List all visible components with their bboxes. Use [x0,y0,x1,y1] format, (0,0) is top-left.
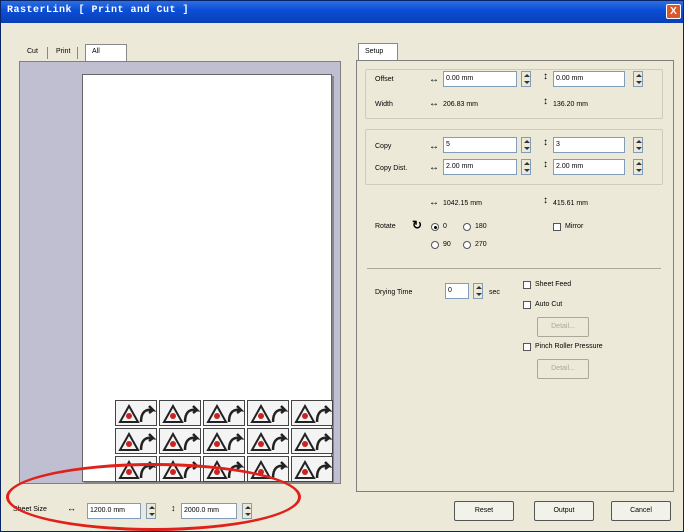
title-bar[interactable]: RasterLink [ Print and Cut ] X [1,1,683,23]
registration-mark-icon [115,456,157,482]
registration-mark-icon [159,400,201,426]
reset-button[interactable]: Reset [454,501,514,521]
width-label: Width [375,101,393,108]
sheet-height-spinner[interactable] [242,503,252,519]
registration-mark-icon [159,428,201,454]
mirror-checkbox[interactable] [553,223,561,231]
horizontal-arrow-icon: ↔ [429,74,439,85]
horizontal-arrow-icon: ↔ [429,98,439,109]
drying-time-field[interactable]: 0 [445,283,469,299]
width-x-value: 206.83 mm [443,101,479,108]
tab-setup[interactable]: Setup [358,43,398,61]
pinch-roller-label: Pinch Roller Pressure [535,343,603,350]
offset-x-field[interactable]: 0.00 mm [443,71,517,87]
offset-y-spinner[interactable] [633,71,643,87]
registration-mark-icon [203,456,245,482]
rotate-180-radio[interactable] [463,223,471,231]
copy-dist-y-spinner[interactable] [633,159,643,175]
print-and-cut-dialog: RasterLink [ Print and Cut ] X Cut Print… [0,0,684,532]
total-width-value: 1042.15 mm [443,200,482,207]
rotate-90-label: 90 [443,241,451,248]
horizontal-arrow-icon: ↔ [67,503,76,513]
rotate-90-radio[interactable] [431,241,439,249]
copy-x-spinner[interactable] [521,137,531,153]
sheet-size-label: Sheet Size [13,506,47,513]
rotate-icon: ↻ [412,218,423,232]
cancel-button[interactable]: Cancel [611,501,671,521]
sheet-feed-checkbox[interactable] [523,281,531,289]
view-tabs: Cut Print All [19,44,159,62]
auto-cut-label: Auto Cut [535,301,563,308]
pinch-roller-detail-button[interactable]: Detail... [537,359,589,379]
preview-panel [19,61,341,484]
total-height-value: 415.61 mm [553,200,589,207]
horizontal-arrow-icon: ↔ [429,162,439,173]
divider [367,268,661,269]
drying-time-spinner[interactable] [473,283,483,299]
rotate-270-radio[interactable] [463,241,471,249]
sheet-width-field[interactable]: 1200.0 mm [87,503,141,519]
drying-time-unit: sec [489,289,500,296]
registration-mark-icon [115,428,157,454]
registration-mark-icon [247,456,289,482]
tab-separator [77,47,78,59]
setup-panel: Offset ↔ 0.00 mm ↕ 0.00 mm Width ↔ 206.8… [356,60,674,492]
copy-label: Copy [375,143,392,150]
tab-separator [47,47,48,59]
copy-dist-y-field[interactable]: 2.00 mm [553,159,625,175]
registration-mark-icon [291,456,333,482]
sheet-height-field[interactable]: 2000.0 mm [181,503,237,519]
window-title: RasterLink [ Print and Cut ] [7,5,190,16]
output-button[interactable]: Output [534,501,594,521]
tab-all[interactable]: All [85,44,127,62]
registration-mark-icon [115,400,157,426]
horizontal-arrow-icon: ↔ [429,141,439,152]
registration-mark-icon [247,400,289,426]
copy-dist-label: Copy Dist. [375,165,408,172]
rotate-180-label: 180 [475,223,487,230]
preview-canvas[interactable] [20,62,340,483]
rotate-label: Rotate [375,223,396,230]
registration-mark-icon [247,428,289,454]
vertical-arrow-icon: ↕ [543,195,548,206]
auto-cut-detail-button[interactable]: Detail... [537,317,589,337]
mirror-label: Mirror [565,223,584,230]
vertical-arrow-icon: ↕ [171,503,176,513]
registration-mark-icon [291,428,333,454]
vertical-arrow-icon: ↕ [543,71,548,82]
sheet-width-spinner[interactable] [146,503,156,519]
tab-cut[interactable]: Cut [21,45,44,61]
offset-y-field[interactable]: 0.00 mm [553,71,625,87]
registration-mark-icon [203,428,245,454]
tab-print[interactable]: Print [50,45,76,61]
drying-time-label: Drying Time [375,289,413,296]
copy-y-spinner[interactable] [633,137,643,153]
offset-label: Offset [375,76,394,83]
layout-grid [115,400,334,483]
registration-mark-icon [291,400,333,426]
registration-mark-icon [159,456,201,482]
copy-y-field[interactable]: 3 [553,137,625,153]
vertical-arrow-icon: ↕ [543,137,548,148]
vertical-arrow-icon: ↕ [543,159,548,170]
media-sheet [82,74,334,483]
registration-mark-icon [203,400,245,426]
rotate-270-label: 270 [475,241,487,248]
sheet-size-row: Sheet Size ↔ 1200.0 mm ↕ 2000.0 mm [13,501,273,521]
sheet-feed-label: Sheet Feed [535,281,572,288]
vertical-arrow-icon: ↕ [543,96,548,107]
copy-dist-x-spinner[interactable] [521,159,531,175]
offset-x-spinner[interactable] [521,71,531,87]
rotate-0-label: 0 [443,223,447,230]
copy-x-field[interactable]: 5 [443,137,517,153]
width-y-value: 136.20 mm [553,101,589,108]
copy-dist-x-field[interactable]: 2.00 mm [443,159,517,175]
rotate-0-radio[interactable] [431,223,439,231]
horizontal-arrow-icon: ↔ [429,197,439,208]
pinch-roller-checkbox[interactable] [523,343,531,351]
close-icon[interactable]: X [666,4,681,19]
auto-cut-checkbox[interactable] [523,301,531,309]
